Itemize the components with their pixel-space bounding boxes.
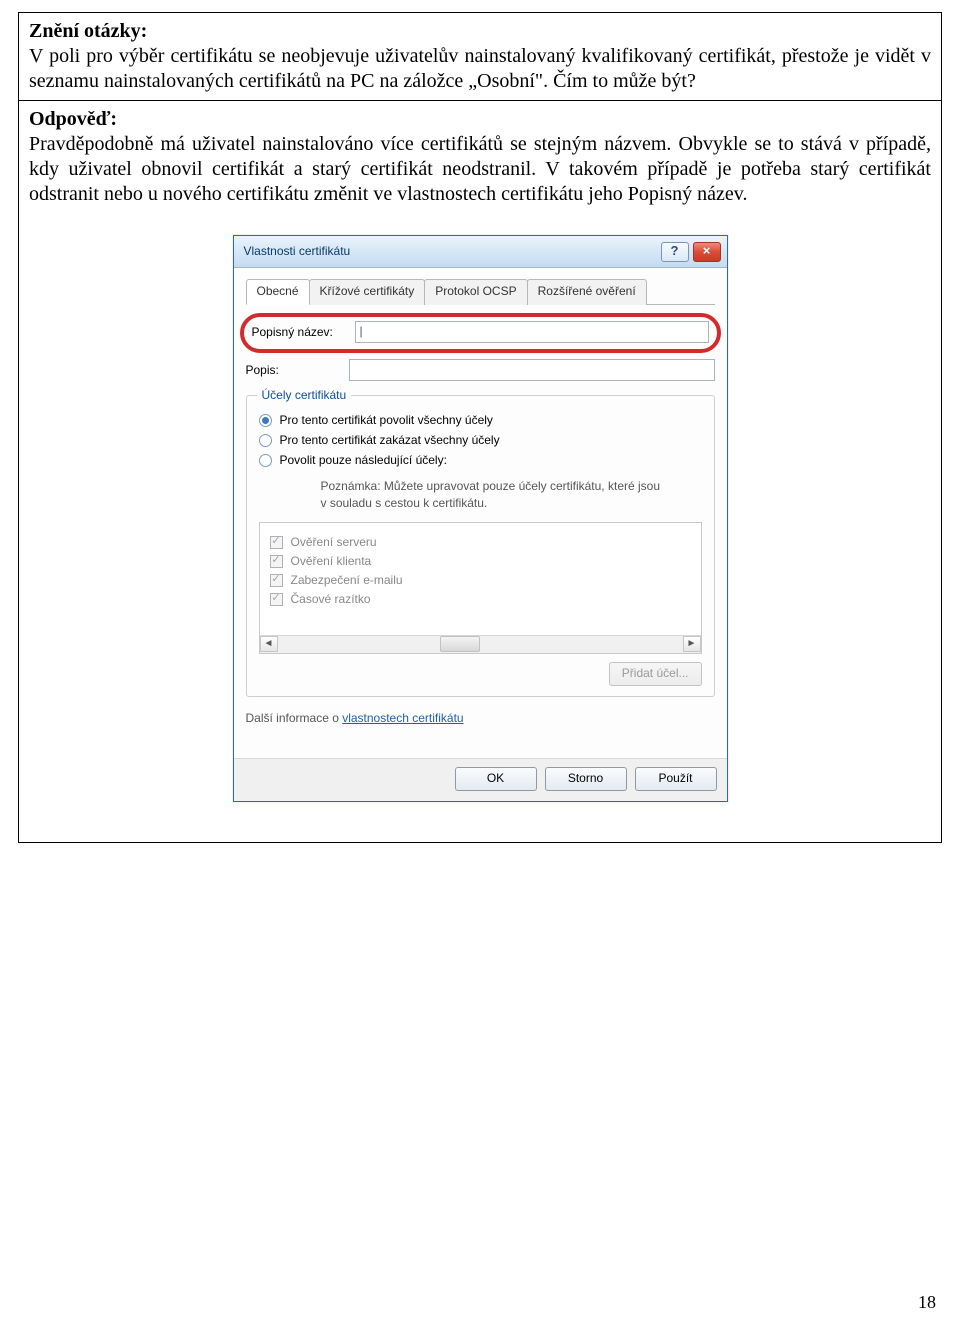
question-heading: Znění otázky: bbox=[29, 19, 931, 44]
cancel-button[interactable]: Storno bbox=[545, 767, 627, 791]
horizontal-scrollbar[interactable]: ◄ ► bbox=[260, 635, 701, 653]
radio-icon bbox=[259, 454, 272, 467]
ok-button[interactable]: OK bbox=[455, 767, 537, 791]
radio-label: Pro tento certifikát povolit všechny úče… bbox=[280, 413, 493, 428]
close-button[interactable]: × bbox=[693, 242, 721, 262]
purpose-listbox: Ověření serveru Ověření klienta bbox=[259, 522, 702, 654]
radio-allow-some[interactable]: Povolit pouze následující účely: bbox=[259, 453, 702, 468]
dialog-wrapper: Vlastnosti certifikátu ? × Obecné Křížov… bbox=[29, 207, 931, 836]
purposes-legend: Účely certifikátu bbox=[257, 388, 352, 403]
scroll-left-button[interactable]: ◄ bbox=[260, 636, 278, 652]
tab-ocsp[interactable]: Protokol OCSP bbox=[424, 279, 527, 305]
page-number: 18 bbox=[918, 1292, 936, 1313]
tab-extended[interactable]: Rozšířené ověření bbox=[527, 279, 647, 305]
document-table: Znění otázky: V poli pro výběr certifiká… bbox=[18, 12, 942, 843]
note-text: Poznámka: Můžete upravovat pouze účely c… bbox=[321, 478, 702, 512]
highlighted-area: Popisný název: | bbox=[240, 313, 721, 353]
add-purpose-button: Přidat účel... bbox=[609, 662, 702, 686]
help-button[interactable]: ? bbox=[661, 242, 689, 262]
description-label: Popis: bbox=[246, 363, 341, 378]
list-item-label: Ověření serveru bbox=[291, 535, 377, 550]
scroll-track[interactable] bbox=[278, 636, 683, 652]
list-item: Časové razítko bbox=[270, 592, 691, 607]
radio-label: Pro tento certifikát zakázat všechny úče… bbox=[280, 433, 500, 448]
tab-cross-certs[interactable]: Křížové certifikáty bbox=[309, 279, 426, 305]
checkbox-icon bbox=[270, 574, 283, 587]
checkbox-icon bbox=[270, 555, 283, 568]
more-info-text: Další informace o vlastnostech certifiká… bbox=[246, 711, 715, 726]
checkbox-icon bbox=[270, 536, 283, 549]
radio-icon bbox=[259, 414, 272, 427]
list-item-label: Ověření klienta bbox=[291, 554, 372, 569]
apply-button[interactable]: Použít bbox=[635, 767, 717, 791]
list-item-label: Zabezpečení e-mailu bbox=[291, 573, 403, 588]
list-item: Zabezpečení e-mailu bbox=[270, 573, 691, 588]
scroll-right-button[interactable]: ► bbox=[683, 636, 701, 652]
radio-allow-all[interactable]: Pro tento certifikát povolit všechny úče… bbox=[259, 413, 702, 428]
checkbox-icon bbox=[270, 593, 283, 606]
tab-strip: Obecné Křížové certifikáty Protokol OCSP… bbox=[246, 278, 715, 305]
radio-icon bbox=[259, 434, 272, 447]
radio-label: Povolit pouze následující účely: bbox=[280, 453, 447, 468]
list-item: Ověření serveru bbox=[270, 535, 691, 550]
friendly-name-label: Popisný název: bbox=[252, 325, 347, 340]
window-title: Vlastnosti certifikátu bbox=[244, 244, 657, 259]
list-item: Ověření klienta bbox=[270, 554, 691, 569]
answer-body: Pravděpodobně má uživatel nainstalováno … bbox=[29, 132, 931, 207]
friendly-name-input[interactable]: | bbox=[355, 321, 709, 343]
radio-deny-all[interactable]: Pro tento certifikát zakázat všechny úče… bbox=[259, 433, 702, 448]
purposes-groupbox: Účely certifikátu Pro tento certifikát p… bbox=[246, 395, 715, 697]
properties-dialog: Vlastnosti certifikátu ? × Obecné Křížov… bbox=[233, 235, 728, 802]
titlebar: Vlastnosti certifikátu ? × bbox=[234, 236, 727, 268]
more-info-link[interactable]: vlastnostech certifikátu bbox=[342, 711, 463, 725]
question-body: V poli pro výběr certifikátu se neobjevu… bbox=[29, 44, 931, 94]
list-item-label: Časové razítko bbox=[291, 592, 371, 607]
dialog-button-row: OK Storno Použít bbox=[234, 758, 727, 801]
description-input[interactable] bbox=[349, 359, 715, 381]
scroll-thumb[interactable] bbox=[440, 636, 480, 652]
answer-heading: Odpověď: bbox=[29, 107, 931, 132]
tab-general[interactable]: Obecné bbox=[246, 279, 310, 305]
